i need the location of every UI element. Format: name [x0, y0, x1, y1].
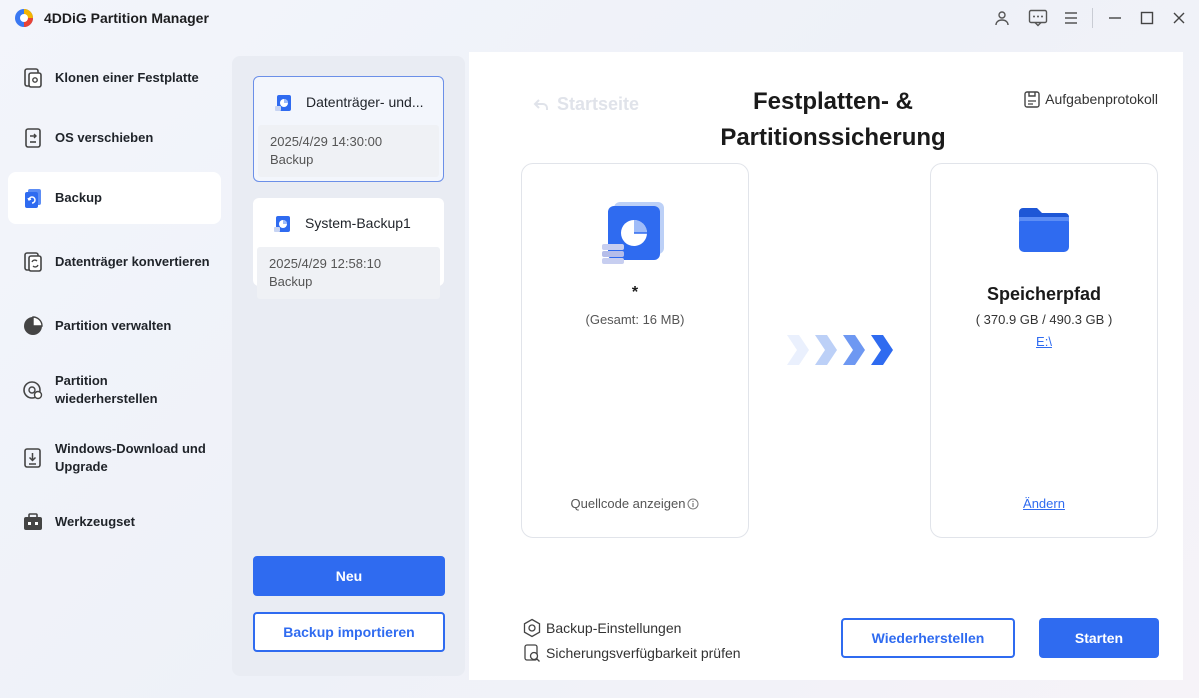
restore-button[interactable]: Wiederherstellen: [841, 618, 1015, 658]
check-document-icon: [524, 644, 540, 662]
storage-size: ( 370.9 GB / 490.3 GB ): [975, 312, 1113, 327]
import-backup-button[interactable]: Backup importieren: [253, 612, 445, 652]
info-icon: [687, 498, 699, 509]
direction-arrows-icon: [787, 335, 893, 365]
app-title: 4DDiG Partition Manager: [44, 10, 209, 26]
backup-date: 2025/4/29 14:30:00: [270, 134, 383, 149]
sidebar-item-recover-partition[interactable]: Partition wiederherstellen: [8, 364, 221, 416]
backup-type: Backup: [270, 152, 314, 167]
sidebar-item-label: Backup: [55, 190, 102, 205]
convert-disk-icon: [22, 251, 44, 273]
minimize-icon[interactable]: [1105, 8, 1125, 28]
backup-title: Datenträger- und...: [306, 94, 424, 110]
sidebar-item-backup[interactable]: Backup: [8, 172, 221, 224]
sidebar-item-label: Partition wiederherstellen: [55, 373, 158, 406]
sidebar-item-toolset[interactable]: Werkzeugset: [8, 496, 221, 548]
backup-file-icon: [275, 95, 291, 111]
backup-card[interactable]: Datenträger- und... 2025/4/29 14:30:00 B…: [253, 76, 444, 182]
page-title: Festplatten- & Partitionssicherung: [720, 88, 946, 151]
backup-icon: [22, 187, 44, 209]
sidebar-item-os-migrate[interactable]: OS verschieben: [8, 112, 221, 164]
sidebar-item-label: OS verschieben: [55, 130, 154, 145]
os-migrate-icon: [22, 127, 44, 149]
backup-type: Backup: [269, 274, 313, 289]
sidebar-item-clone-disk[interactable]: Klonen einer Festplatte: [8, 52, 221, 104]
view-source-label: Quellcode anzeigen: [570, 496, 686, 511]
start-button[interactable]: Starten: [1039, 618, 1159, 658]
backup-meta: 2025/4/29 14:30:00 Backup: [258, 125, 439, 177]
partition-recovery-icon: [22, 379, 44, 401]
backup-card[interactable]: System-Backup1 2025/4/29 12:58:10 Backup: [253, 198, 444, 299]
task-log-label: Aufgabenprotokoll: [1045, 91, 1158, 107]
backup-file-icon: [274, 216, 290, 232]
folder-icon: [1019, 208, 1069, 252]
source-box: * (Gesamt: 16 MB) Quellcode anzeigen: [521, 163, 749, 538]
sidebar-item-label: Partition verwalten: [55, 318, 172, 333]
clone-disk-icon: [22, 67, 44, 89]
sidebar-item-label: Datenträger konvertieren: [55, 254, 210, 269]
titlebar-divider: [1092, 8, 1093, 28]
new-backup-button[interactable]: Neu: [253, 556, 445, 596]
backup-settings-link[interactable]: Backup-Einstellungen: [522, 618, 681, 638]
target-box: Speicherpfad ( 370.9 GB / 490.3 GB ) E:\…: [930, 163, 1158, 538]
back-arrow-icon: [533, 98, 548, 110]
user-icon[interactable]: [992, 8, 1012, 28]
maximize-icon[interactable]: [1137, 8, 1157, 28]
close-icon[interactable]: [1169, 8, 1189, 28]
feedback-icon[interactable]: [1028, 8, 1048, 28]
check-availability-label: Sicherungsverfügbarkeit prüfen: [546, 645, 741, 661]
toolbox-icon: [22, 511, 44, 533]
home-label: Startseite: [557, 94, 640, 114]
sidebar-item-manage-partition[interactable]: Partition verwalten: [8, 300, 221, 352]
sidebar: Klonen einer Festplatte OS verschieben B…: [0, 52, 229, 652]
app-logo-icon: [15, 9, 33, 27]
windows-download-icon: [22, 447, 44, 469]
home-link[interactable]: Startseite: [533, 94, 639, 115]
source-name: *: [631, 284, 639, 301]
pie-chart-icon: [22, 315, 44, 337]
settings-hexagon-icon: [523, 618, 541, 638]
storage-path-title: Speicherpfad: [986, 284, 1102, 304]
sidebar-item-label: Windows-Download und Upgrade: [55, 441, 206, 474]
backup-card-header: Datenträger- und...: [254, 77, 443, 125]
source-total-size: (Gesamt: 16 MB): [585, 312, 685, 327]
sidebar-item-label: Klonen einer Festplatte: [55, 70, 199, 85]
check-availability-link[interactable]: Sicherungsverfügbarkeit prüfen: [522, 643, 741, 663]
task-log-icon: [1024, 91, 1040, 108]
sidebar-item-label: Werkzeugset: [55, 514, 135, 529]
change-path-link[interactable]: Ändern: [931, 496, 1157, 511]
task-log-link[interactable]: Aufgabenprotokoll: [1023, 90, 1158, 108]
backup-meta: 2025/4/29 12:58:10 Backup: [257, 247, 440, 299]
disk-backup-icon: [602, 202, 664, 264]
menu-icon[interactable]: [1061, 8, 1081, 28]
sidebar-item-convert-disk[interactable]: Datenträger konvertieren: [8, 236, 221, 288]
sidebar-item-windows-download[interactable]: Windows-Download und Upgrade: [8, 432, 221, 484]
main-panel: Startseite Festplatten- & Partitionssich…: [469, 52, 1183, 680]
storage-path-link[interactable]: E:\: [931, 334, 1157, 349]
backup-card-header: System-Backup1: [253, 198, 444, 246]
title-bar: 4DDiG Partition Manager: [0, 0, 1199, 36]
backup-settings-label: Backup-Einstellungen: [546, 620, 682, 636]
backup-date: 2025/4/29 12:58:10: [269, 256, 382, 271]
backup-title: System-Backup1: [305, 215, 411, 231]
backup-list-panel: Datenträger- und... 2025/4/29 14:30:00 B…: [232, 56, 465, 676]
view-source-link[interactable]: Quellcode anzeigen: [522, 496, 748, 511]
